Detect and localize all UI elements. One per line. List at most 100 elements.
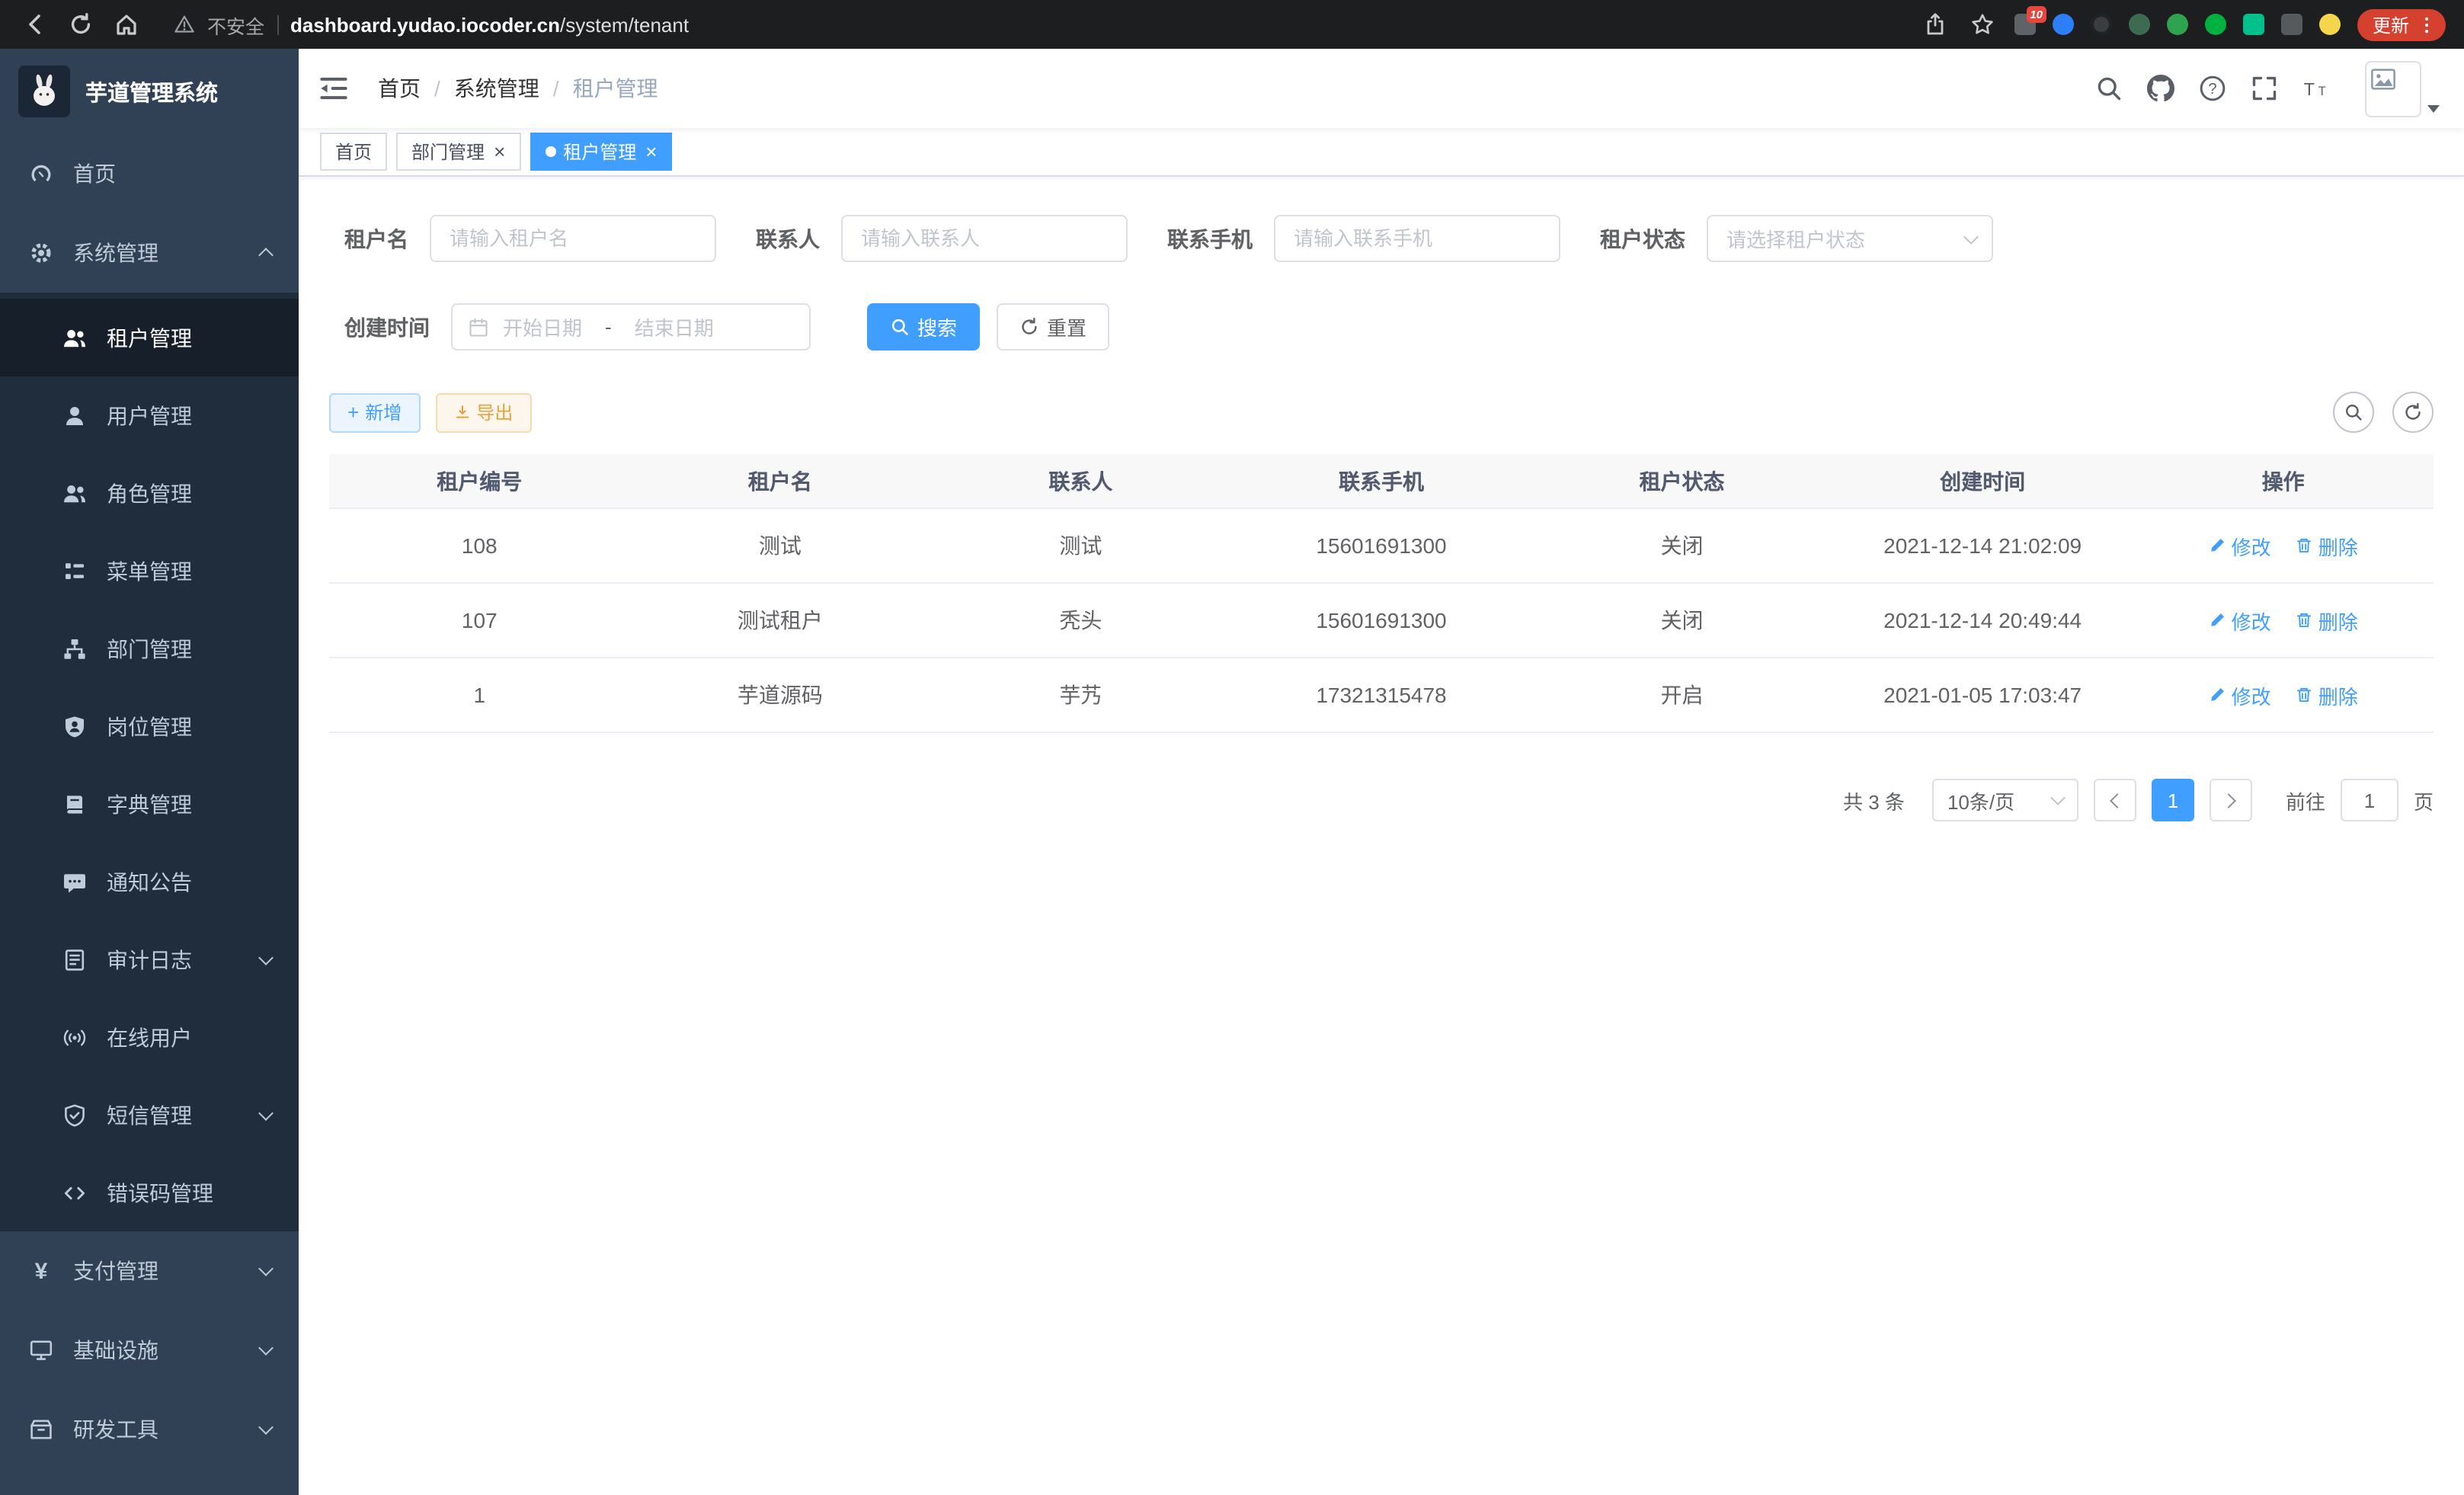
contact-input[interactable]: [841, 215, 1128, 262]
rabbit-icon: [24, 72, 64, 111]
extension-icon[interactable]: [2205, 14, 2226, 35]
search-button[interactable]: 搜索: [867, 303, 980, 351]
app-logo[interactable]: 芋道管理系统: [0, 49, 299, 134]
sidebar-item-notice[interactable]: 通知公告: [0, 843, 299, 920]
sidebar-item-audit-log[interactable]: 审计日志: [0, 920, 299, 998]
page-number-button[interactable]: 1: [2152, 779, 2194, 821]
prev-page-button[interactable]: [2094, 779, 2136, 821]
search-icon[interactable]: [2094, 74, 2123, 103]
main-content: 租户名 联系人 联系手机 租户状态 请选择租户状态: [299, 177, 2464, 1495]
app-title: 芋道管理系统: [85, 75, 218, 107]
help-icon[interactable]: ?: [2197, 74, 2226, 103]
sidebar-item-infrastructure[interactable]: 基础设施: [0, 1311, 299, 1390]
sidebar-item-label: 错误码管理: [107, 1177, 213, 1208]
extension-icon[interactable]: [2319, 14, 2341, 35]
reload-icon[interactable]: [61, 5, 101, 44]
next-page-button[interactable]: [2210, 779, 2252, 821]
export-button[interactable]: 导出: [435, 392, 531, 432]
extension-icon[interactable]: [2167, 14, 2188, 35]
date-range-picker[interactable]: 开始日期 - 结束日期: [451, 303, 811, 351]
user-avatar[interactable]: [2365, 60, 2440, 117]
page-url[interactable]: dashboard.yudao.iocoder.cn/system/tenant: [290, 13, 689, 36]
delete-link[interactable]: 删除: [2296, 606, 2358, 635]
column-header: 租户名: [630, 466, 931, 496]
gear-icon: [27, 239, 55, 267]
sidebar-item-post-management[interactable]: 岗位管理: [0, 687, 299, 765]
close-icon[interactable]: ×: [494, 142, 505, 162]
cell-phone: 15601691300: [1231, 608, 1532, 632]
column-header: 操作: [2133, 466, 2434, 496]
edit-link[interactable]: 修改: [2209, 606, 2271, 635]
edit-link[interactable]: 修改: [2209, 531, 2271, 560]
sidebar-item-dev-tools[interactable]: 研发工具: [0, 1390, 299, 1469]
sidebar-item-payment-management[interactable]: ¥ 支付管理: [0, 1231, 299, 1311]
cell-status: 关闭: [1531, 530, 1832, 561]
extension-icon[interactable]: [2129, 14, 2150, 35]
chevron-down-icon: [1963, 229, 1979, 244]
bookmark-star-icon[interactable]: [1967, 5, 1998, 44]
tab-tenant-management[interactable]: 租户管理 ×: [530, 133, 672, 171]
breadcrumb-item-system[interactable]: 系统管理: [454, 73, 539, 104]
font-size-icon[interactable]: TT: [2301, 74, 2330, 103]
sidebar-item-role-management[interactable]: 角色管理: [0, 454, 299, 532]
delete-link[interactable]: 删除: [2296, 680, 2358, 709]
tenant-name-input[interactable]: [430, 215, 716, 262]
edit-label: 修改: [2232, 531, 2271, 560]
search-icon: [2344, 402, 2363, 422]
refresh-icon: [1019, 317, 1039, 337]
extension-icon[interactable]: [2243, 14, 2264, 35]
delete-link[interactable]: 删除: [2296, 531, 2358, 560]
sidebar-item-system-management[interactable]: 系统管理: [0, 213, 299, 293]
sidebar-item-dept-management[interactable]: 部门管理: [0, 610, 299, 687]
browser-update-button[interactable]: 更新: [2357, 8, 2446, 40]
sidebar-item-tenant-management[interactable]: 租户管理: [0, 299, 299, 376]
chevron-down-icon: [258, 1105, 274, 1120]
reset-button[interactable]: 重置: [997, 303, 1109, 351]
sidebar: 芋道管理系统 首页 系统管理 租户管理: [0, 49, 299, 1495]
security-label[interactable]: 不安全: [207, 10, 264, 39]
share-icon[interactable]: [1920, 5, 1950, 44]
close-icon[interactable]: ×: [645, 142, 657, 162]
update-label: 更新: [2373, 11, 2409, 37]
page-size-value: 10条/页: [1947, 786, 2014, 815]
sidebar-item-error-code-management[interactable]: 错误码管理: [0, 1154, 299, 1231]
broken-image-icon: [2370, 65, 2397, 92]
pagination: 共 3 条 10条/页 1 前往 页: [329, 779, 2434, 821]
address-bar[interactable]: 不安全 dashboard.yudao.iocoder.cn/system/te…: [152, 5, 1914, 44]
back-icon[interactable]: [15, 5, 55, 44]
tab-label: 租户管理: [563, 139, 636, 165]
refresh-table-button[interactable]: [2392, 392, 2434, 433]
edit-label: 修改: [2232, 680, 2271, 709]
sidebar-item-menu-management[interactable]: 菜单管理: [0, 532, 299, 610]
log-document-icon: [61, 946, 88, 973]
status-select[interactable]: 请选择租户状态: [1707, 215, 1993, 262]
column-header: 租户编号: [329, 466, 630, 496]
extension-icon[interactable]: [2091, 14, 2112, 35]
github-icon[interactable]: [2146, 74, 2174, 103]
sidebar-item-online-users[interactable]: 在线用户: [0, 998, 299, 1076]
tab-home[interactable]: 首页: [320, 133, 387, 171]
fullscreen-icon[interactable]: [2249, 74, 2278, 103]
sidebar-item-dict-management[interactable]: 字典管理: [0, 765, 299, 843]
trash-icon: [2296, 686, 2314, 704]
sidebar-item-sms-management[interactable]: 短信管理: [0, 1076, 299, 1154]
add-button[interactable]: + 新增: [329, 392, 420, 432]
sidebar-collapse-icon[interactable]: [317, 72, 350, 105]
extension-icon[interactable]: [2281, 14, 2302, 35]
page-size-select[interactable]: 10条/页: [1932, 779, 2078, 821]
trash-icon: [2296, 611, 2314, 629]
extension-icon[interactable]: 10: [2014, 14, 2036, 35]
users-icon: [61, 324, 88, 351]
goto-page-input[interactable]: [2341, 779, 2398, 821]
phone-input[interactable]: [1274, 215, 1560, 262]
breadcrumb-item-home[interactable]: 首页: [378, 73, 421, 104]
monitor-icon: [27, 1337, 55, 1364]
home-icon[interactable]: [107, 5, 146, 44]
tab-dept-management[interactable]: 部门管理 ×: [396, 133, 520, 171]
sidebar-item-user-management[interactable]: 用户管理: [0, 376, 299, 454]
edit-link[interactable]: 修改: [2209, 680, 2271, 709]
toggle-search-button[interactable]: [2333, 392, 2374, 433]
extension-icon[interactable]: [2053, 14, 2074, 35]
tab-label: 部门管理: [411, 139, 485, 165]
sidebar-item-home[interactable]: 首页: [0, 134, 299, 213]
